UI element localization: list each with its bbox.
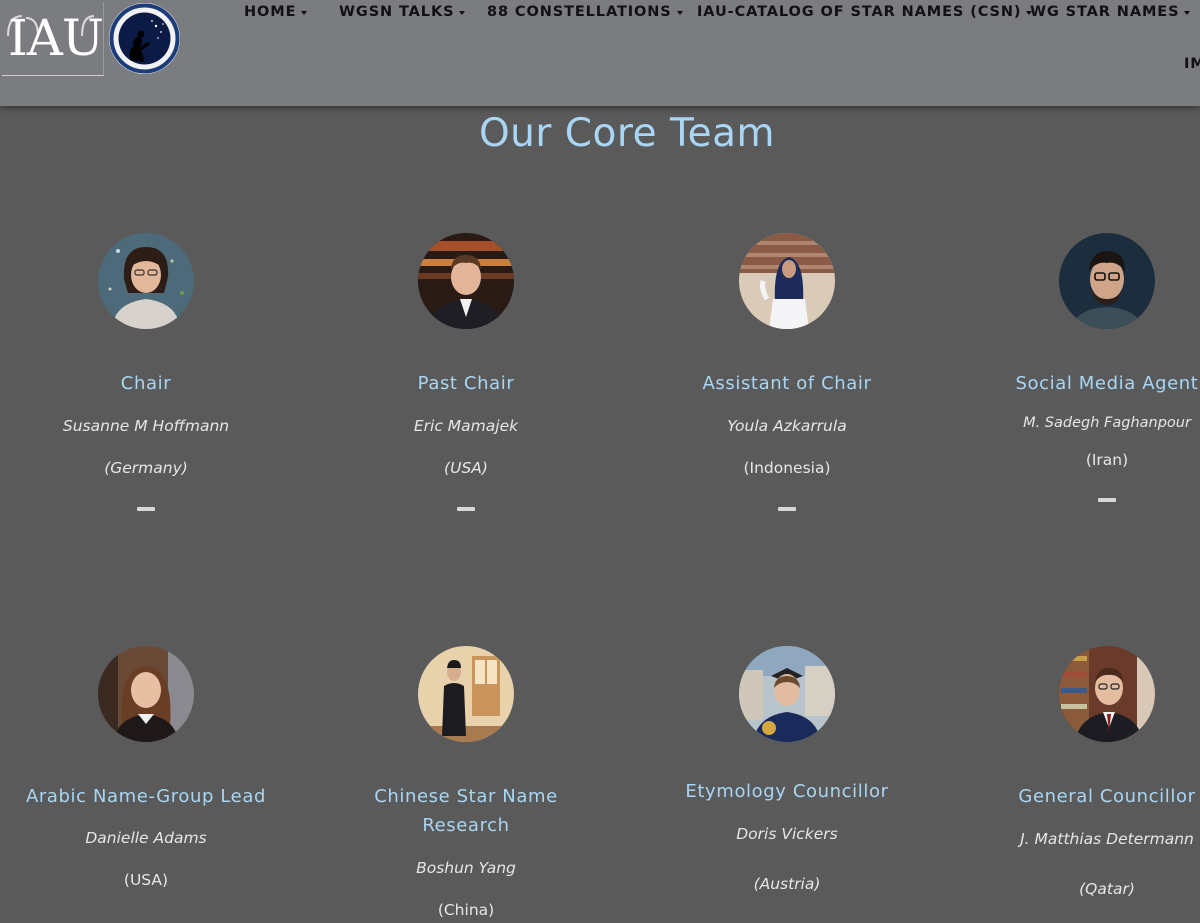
member-country: (China)	[437, 901, 495, 919]
member-name: Youla Azkarrula	[727, 417, 847, 435]
member-role-line-1: Chinese Star Name	[374, 786, 558, 807]
member-country: (Iran)	[1085, 451, 1129, 469]
nav-home[interactable]: HOME	[244, 4, 308, 20]
avatar-faghanpour	[1059, 233, 1155, 329]
card-divider	[1098, 498, 1116, 502]
member-country: (Qatar)	[1079, 880, 1135, 898]
nav-wgsn-talks[interactable]: WGSN TALKS	[339, 4, 466, 20]
nav-overflow-item[interactable]: IM	[1184, 56, 1200, 72]
member-name: M. Sadegh Faghanpour	[1023, 415, 1191, 431]
caret-down-icon	[1184, 10, 1191, 15]
avatar-azkarrula	[739, 233, 835, 329]
avatar-vickers	[739, 646, 835, 742]
member-role: Etymology Councillor	[685, 781, 889, 802]
member-country: (Austria)	[753, 875, 821, 893]
avatar-hoffmann	[98, 233, 194, 329]
avatar-mamajek	[418, 233, 514, 329]
member-role: General Councillor	[1018, 786, 1196, 807]
nav-wg-star-names-label: WG STAR NAMES	[1030, 4, 1180, 20]
nav-iau-catalog-label: IAU-CATALOG OF STAR NAMES (CSN)	[697, 4, 1022, 20]
member-role: Chair	[120, 373, 172, 394]
caret-down-icon	[459, 10, 466, 15]
nav-wgsn-talks-label: WGSN TALKS	[339, 4, 455, 20]
member-name: J. Matthias Determann	[1020, 830, 1194, 848]
card-divider	[457, 507, 475, 511]
iau-logo[interactable]: IAU	[2, 2, 104, 76]
person-photo-icon	[98, 646, 194, 742]
member-name: Eric Mamajek	[413, 417, 519, 435]
member-role-line-2: Research	[422, 815, 510, 836]
iau-logo-text: IAU	[8, 9, 104, 67]
member-country: (Indonesia)	[743, 459, 831, 477]
member-role: Social Media Agent	[1015, 373, 1199, 394]
nav-home-label: HOME	[244, 4, 297, 20]
caret-down-icon	[676, 10, 683, 15]
page-title: Our Core Team	[478, 111, 776, 156]
member-name: Doris Vickers	[736, 825, 838, 843]
card-divider	[137, 507, 155, 511]
nav-88-constellations[interactable]: 88 CONSTELLATIONS	[487, 4, 683, 20]
avatar-determann	[1059, 646, 1155, 742]
member-country: (USA)	[123, 871, 169, 889]
member-role: Past Chair	[417, 373, 515, 394]
member-name: Susanne M Hoffmann	[62, 417, 230, 435]
member-country: (USA)	[444, 459, 488, 477]
person-photo-icon	[739, 233, 835, 329]
nav-88-constellations-label: 88 CONSTELLATIONS	[487, 4, 672, 20]
card-divider	[778, 507, 796, 511]
member-name: Danielle Adams	[85, 829, 207, 847]
site-header: IAU HOME WGSN TALKS 88 CONSTELLATIONS IA…	[0, 0, 1200, 106]
person-photo-icon	[418, 646, 514, 742]
member-role: Assistant of Chair	[702, 373, 872, 394]
nav-iau-catalog[interactable]: IAU-CATALOG OF STAR NAMES (CSN)	[697, 4, 1033, 20]
person-photo-icon	[418, 233, 514, 329]
avatar-adams	[98, 646, 194, 742]
member-name: Boshun Yang	[416, 859, 516, 877]
wgsn-seal-icon[interactable]	[108, 2, 181, 75]
person-photo-icon	[739, 646, 835, 742]
avatar-yang	[418, 646, 514, 742]
person-photo-icon	[1059, 646, 1155, 742]
member-country: (Germany)	[104, 459, 188, 477]
person-photo-icon	[98, 233, 194, 329]
caret-down-icon	[301, 10, 308, 15]
member-role: Arabic Name-Group Lead	[25, 786, 266, 807]
person-photo-icon	[1059, 233, 1155, 329]
nav-wg-star-names[interactable]: WG STAR NAMES	[1030, 4, 1191, 20]
